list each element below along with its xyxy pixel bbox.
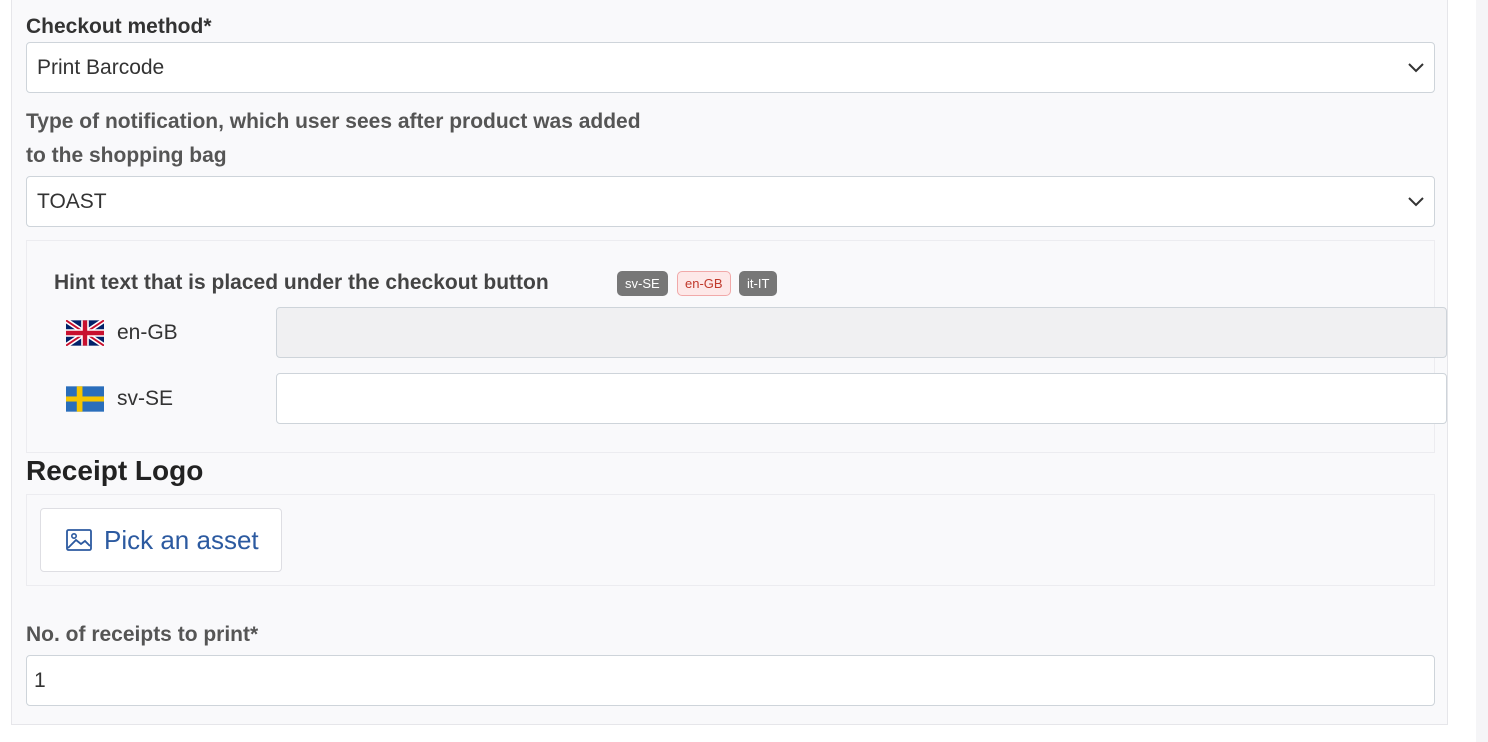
lang-row-en-gb: en-GB [66,307,1451,358]
pick-asset-label: Pick an asset [104,524,259,555]
receipts-to-print-value: 1 [34,668,46,692]
lang-row-sv-se: sv-SE [66,373,1451,424]
checkout-method-label: Checkout method* [26,15,212,38]
hint-text-title: Hint text that is placed under the check… [54,271,549,294]
image-icon [66,529,92,551]
notification-type-label-line1: Type of notification, which user sees af… [26,110,641,133]
language-badge-sv-se[interactable]: sv-SE [617,271,668,296]
chevron-down-icon [1408,63,1424,73]
hint-text-section: Hint text that is placed under the check… [26,240,1447,453]
notification-type-value: TOAST [37,189,107,213]
uk-flag-icon [66,320,104,346]
checkout-method-value: Print Barcode [37,55,165,79]
scrollbar-track [1476,0,1488,742]
chevron-down-icon [1408,197,1424,207]
checkout-method-select[interactable]: Print Barcode [26,42,1435,93]
lang-label-en-gb: en-GB [117,321,178,344]
notification-type-label-line2: to the shopping bag [26,144,227,167]
receipt-logo-section: Pick an asset [26,494,1435,586]
receipts-to-print-label: No. of receipts to print* [26,623,259,646]
hint-input-en-gb[interactable] [276,307,1447,358]
receipt-logo-title: Receipt Logo [26,455,204,486]
sweden-flag-icon [66,386,104,412]
language-badge-en-gb[interactable]: en-GB [677,271,731,296]
receipts-to-print-input[interactable]: 1 [26,655,1435,706]
pick-asset-button[interactable]: Pick an asset [40,508,282,572]
notification-type-select[interactable]: TOAST [26,176,1435,227]
hint-input-sv-se[interactable] [276,373,1447,424]
language-badge-it-it[interactable]: it-IT [739,271,778,296]
lang-label-sv-se: sv-SE [117,387,174,410]
